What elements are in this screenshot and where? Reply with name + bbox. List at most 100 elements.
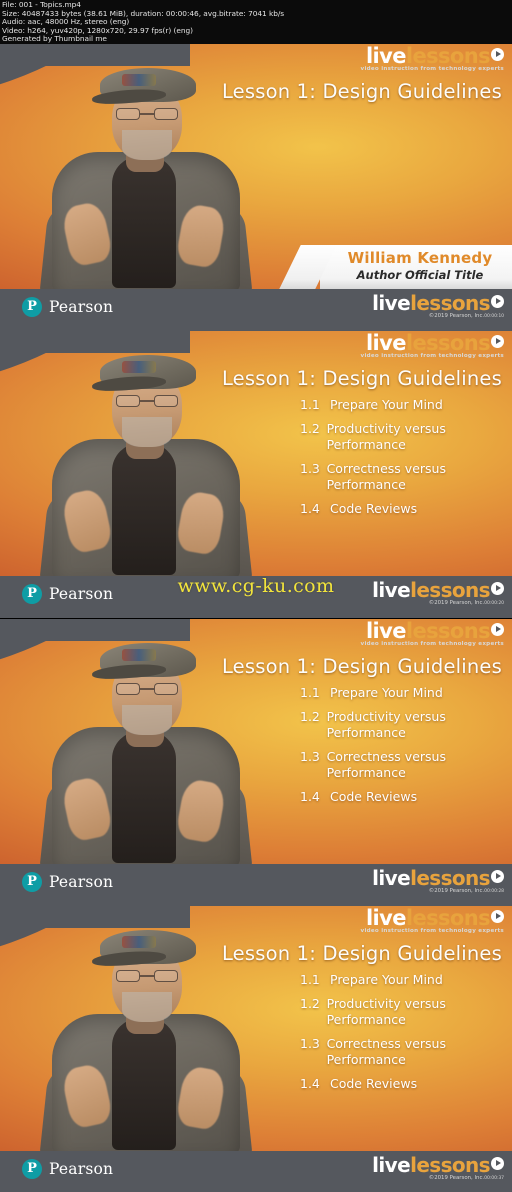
toc-item-label: Correctness versus Performance [326,1036,446,1067]
toc-item: 1.1 Prepare Your Mind [300,685,506,701]
toc-item-number: 1.3 [300,749,320,764]
presenter-glasses [116,108,178,120]
toc-item: 1.4 Code Reviews [300,789,506,805]
pearson-logo: P Pearson [22,1159,113,1179]
livelessons-lessons-text: lessons [405,619,491,643]
presenter-glasses [116,970,178,982]
toc-item-number: 1.4 [300,501,320,516]
play-circle-icon [491,295,504,308]
presenter-cap-patch [122,361,156,373]
toc-item-number: 1.1 [300,685,320,700]
livelessons-live-text: live [372,1153,411,1177]
livelessons-lessons-text: lessons [405,906,491,930]
livelessons-live-text: live [372,291,411,315]
pearson-p-icon: P [22,1159,42,1179]
metadata-line-generator: Generated by Thumbnail me [2,34,107,44]
toc-item: 1.3 Correctness versus Performance [300,1036,506,1068]
livelessons-tagline: video instruction from technology expert… [360,928,504,934]
presenter-shirt [112,443,176,575]
frame-4-stage: livelessons video instruction from techn… [0,906,512,1151]
presenter-shirt [112,156,176,288]
lesson-title: Lesson 1: Design Guidelines [221,655,502,678]
presenter-shirt [112,1018,176,1150]
livelessons-logo-top: livelessons video instruction from techn… [361,908,504,934]
livelessons-logo-top: livelessons video instruction from techn… [361,333,504,359]
toc-item: 1.2 Productivity versus Performance [300,421,506,453]
play-circle-icon [491,335,504,348]
toc-item-label: Prepare Your Mind [330,972,443,987]
livelessons-logo-footer-4: livelessons ©2019 Pearson, Inc.00:00:37 [372,1153,504,1182]
toc-item-label: Code Reviews [330,501,418,516]
presenter-cap-patch [122,649,156,661]
presenter-beard [122,417,172,447]
video-frame-1[interactable]: livelessons video instruction from techn… [0,44,512,331]
toc-item: 1.3 Correctness versus Performance [300,749,506,781]
toc-item-number: 1.4 [300,789,320,804]
toc-item-number: 1.2 [300,421,320,436]
play-circle-icon [491,910,504,923]
livelessons-live-text: live [365,906,407,930]
toc-item: 1.3 Correctness versus Performance [300,461,506,493]
frame-3-footer: P Pearson livelessons ©2019 Pearson, Inc… [0,864,512,906]
pearson-wordmark: Pearson [49,873,114,891]
toc-item: 1.1 Prepare Your Mind [300,397,506,413]
toc-item-label: Prepare Your Mind [330,685,443,700]
lesson-title: Lesson 1: Design Guidelines [221,367,502,390]
copyright-text: ©2019 Pearson, Inc. [428,313,485,319]
lesson-title: Lesson 1: Design Guidelines [221,942,502,965]
presenter-cap-patch [122,936,156,948]
toc-item-label: Prepare Your Mind [330,397,443,412]
video-frame-3[interactable]: livelessons video instruction from techn… [0,619,512,906]
toc-item-label: Code Reviews [330,1076,418,1091]
lesson-toc-list: 1.1 Prepare Your Mind 1.2 Productivity v… [300,397,506,525]
toc-item-label: Productivity versus Performance [326,421,446,452]
livelessons-lessons-text: lessons [410,1153,491,1177]
livelessons-live-text: live [365,331,407,355]
video-frame-4[interactable]: livelessons video instruction from techn… [0,906,512,1192]
frame-3-stage: livelessons video instruction from techn… [0,619,512,864]
toc-item-label: Productivity versus Performance [326,996,446,1027]
presenter-beard [122,705,172,735]
pearson-wordmark: Pearson [49,298,114,316]
pearson-logo: P Pearson [22,872,113,892]
presenter-glasses [116,395,178,407]
pearson-wordmark: Pearson [49,1160,114,1178]
toc-item-number: 1.2 [300,709,320,724]
toc-item-number: 1.3 [300,461,320,476]
pearson-p-icon: P [22,872,42,892]
livelessons-lessons-text: lessons [405,44,491,68]
play-circle-icon [491,623,504,636]
livelessons-lessons-text: lessons [405,331,491,355]
livelessons-live-text: live [365,619,407,643]
livelessons-tagline: video instruction from technology expert… [360,353,504,359]
video-metadata-header: File: 001 - Topics.mp4 Size: 40487433 by… [0,0,512,44]
copyright-text: ©2019 Pearson, Inc. [428,600,485,606]
pearson-p-icon: P [22,297,42,317]
toc-item-label: Correctness versus Performance [326,461,446,492]
livelessons-live-text: live [365,44,407,68]
presenter-glasses [116,683,178,695]
play-circle-icon [491,870,504,883]
livelessons-logo-footer-3: livelessons ©2019 Pearson, Inc.00:00:28 [372,866,504,895]
livelessons-tagline: video instruction from technology expert… [360,641,504,647]
toc-item-number: 1.1 [300,972,320,987]
livelessons-logo-footer-1: livelessons ©2019 Pearson, Inc.00:00:10 [372,291,504,320]
play-circle-icon [491,1157,504,1170]
toc-item-number: 1.2 [300,996,320,1011]
frame-4-footer: P Pearson livelessons ©2019 Pearson, Inc… [0,1151,512,1192]
frame-1-footer: P Pearson livelessons ©2019 Pearson, Inc… [0,289,512,331]
toc-item: 1.2 Productivity versus Performance [300,996,506,1028]
livelessons-lessons-text: lessons [410,291,491,315]
livelessons-logo-top: livelessons video instruction from techn… [361,46,504,72]
author-banner: William Kennedy Author Official Title [320,245,512,289]
toc-item: 1.2 Productivity versus Performance [300,709,506,741]
toc-item-number: 1.3 [300,1036,320,1051]
livelessons-lessons-text: lessons [410,866,491,890]
author-name: William Kennedy [347,249,493,267]
frame-1-stage: livelessons video instruction from techn… [0,44,512,289]
copyright-text: ©2019 Pearson, Inc. [428,888,485,894]
copyright-text: ©2019 Pearson, Inc. [428,1175,485,1181]
presenter-shirt [112,731,176,863]
frame-timestamp: 00:00:28 [484,889,504,894]
livelessons-live-text: live [372,866,411,890]
